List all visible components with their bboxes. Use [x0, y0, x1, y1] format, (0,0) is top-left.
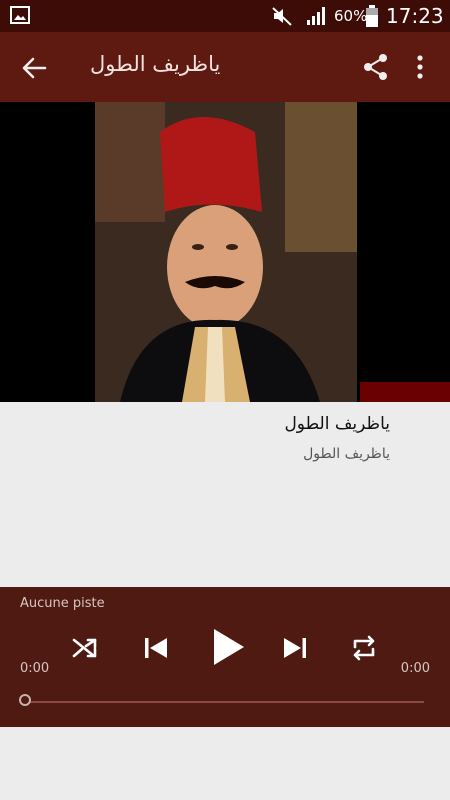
app-bar: ياظريف الطول	[0, 32, 450, 102]
mute-icon	[272, 7, 292, 26]
gallery-icon	[10, 6, 30, 24]
album-cover	[0, 102, 450, 402]
repeat-icon[interactable]	[347, 631, 381, 665]
clock: 17:23	[386, 4, 444, 28]
play-icon[interactable]	[206, 625, 248, 669]
song-info: ياظريف الطول ياظريف الطول	[0, 402, 450, 587]
player-panel: Aucune piste 0:00 0:00	[0, 587, 450, 727]
track-label: Aucune piste	[20, 596, 105, 611]
skip-next-icon[interactable]	[278, 631, 312, 665]
page-title: ياظريف الطول	[90, 52, 221, 76]
seek-bar[interactable]	[26, 701, 424, 703]
song-title: ياظريف الطول	[284, 414, 390, 434]
empty-area	[0, 727, 450, 800]
duration-time: 0:00	[400, 661, 430, 676]
song-subtitle: ياظريف الطول	[303, 446, 390, 462]
more-vert-icon[interactable]	[408, 53, 432, 81]
battery-percent: 60%	[334, 7, 368, 25]
share-icon[interactable]	[362, 53, 390, 81]
seek-thumb[interactable]	[19, 694, 31, 706]
signal-icon	[307, 7, 325, 25]
elapsed-time: 0:00	[20, 661, 50, 676]
shuffle-icon[interactable]	[68, 631, 102, 665]
cover-illustration	[0, 102, 450, 402]
back-arrow-icon[interactable]	[20, 54, 48, 82]
skip-previous-icon[interactable]	[139, 631, 173, 665]
battery-icon	[366, 5, 378, 27]
status-bar: 60% 17:23	[0, 0, 450, 32]
